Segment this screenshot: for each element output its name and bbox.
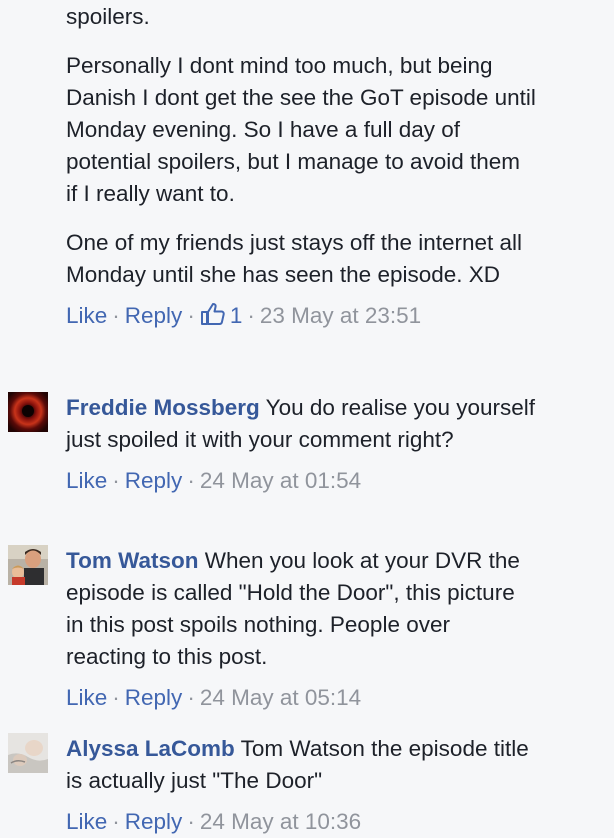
comment-body: Tom Watson When you look at your DVR the… — [66, 545, 536, 714]
separator-dot: · — [112, 303, 120, 328]
separator-dot: · — [112, 685, 120, 710]
commenter-name[interactable]: Tom Watson — [66, 548, 198, 573]
avatar[interactable] — [8, 392, 48, 432]
avatar-image — [8, 545, 48, 585]
separator-dot: · — [187, 809, 195, 834]
reply-link[interactable]: Reply — [125, 809, 183, 834]
comment-timestamp[interactable]: 24 May at 10:36 — [200, 809, 361, 834]
comment-text-fragment: spoilers. — [66, 4, 150, 29]
like-link[interactable]: Like — [66, 468, 107, 493]
comment-body-continued: spoilers. Personally I dont mind too muc… — [66, 0, 536, 332]
avatar[interactable] — [8, 733, 48, 773]
like-link[interactable]: Like — [66, 303, 107, 328]
commenter-name[interactable]: Alyssa LaComb — [66, 736, 235, 761]
comment-actions: Like · Reply · 1 · 23 May at 23:51 — [66, 300, 536, 332]
avatar[interactable] — [8, 545, 48, 585]
comment-text: Alyssa LaComb Tom Watson the episode tit… — [66, 733, 536, 797]
comment-body: Freddie Mossberg You do realise you your… — [66, 392, 536, 497]
separator-dot: · — [187, 303, 195, 328]
comment-paragraph: One of my friends just stays off the int… — [66, 230, 523, 287]
reply-link[interactable]: Reply — [125, 685, 183, 710]
avatar-image — [8, 392, 48, 432]
like-link[interactable]: Like — [66, 685, 107, 710]
comment-text: Freddie Mossberg You do realise you your… — [66, 392, 536, 456]
comment-actions: Like · Reply · 24 May at 05:14 — [66, 682, 536, 714]
separator-dot: · — [187, 685, 195, 710]
comment-actions: Like · Reply · 24 May at 01:54 — [66, 465, 536, 497]
comment-timestamp[interactable]: 23 May at 23:51 — [260, 303, 421, 328]
commenter-name[interactable]: Freddie Mossberg — [66, 395, 260, 420]
comment-body: Alyssa LaComb Tom Watson the episode tit… — [66, 733, 536, 838]
comment-actions: Like · Reply · 24 May at 10:36 — [66, 806, 536, 838]
separator-dot: · — [187, 468, 195, 493]
comment-paragraph: Personally I dont mind too much, but bei… — [66, 53, 536, 206]
reply-link[interactable]: Reply — [125, 303, 183, 328]
separator-dot: · — [112, 809, 120, 834]
comment-timestamp[interactable]: 24 May at 05:14 — [200, 685, 361, 710]
likes-reaction[interactable]: 1 — [200, 303, 243, 328]
comment-timestamp[interactable]: 24 May at 01:54 — [200, 468, 361, 493]
thumbs-up-icon — [200, 303, 225, 325]
avatar-image — [8, 733, 48, 773]
likes-count: 1 — [229, 303, 243, 328]
separator-dot: · — [112, 468, 120, 493]
reply-link[interactable]: Reply — [125, 468, 183, 493]
like-link[interactable]: Like — [66, 809, 107, 834]
comment-text: Tom Watson When you look at your DVR the… — [66, 545, 536, 673]
separator-dot: · — [247, 303, 255, 328]
